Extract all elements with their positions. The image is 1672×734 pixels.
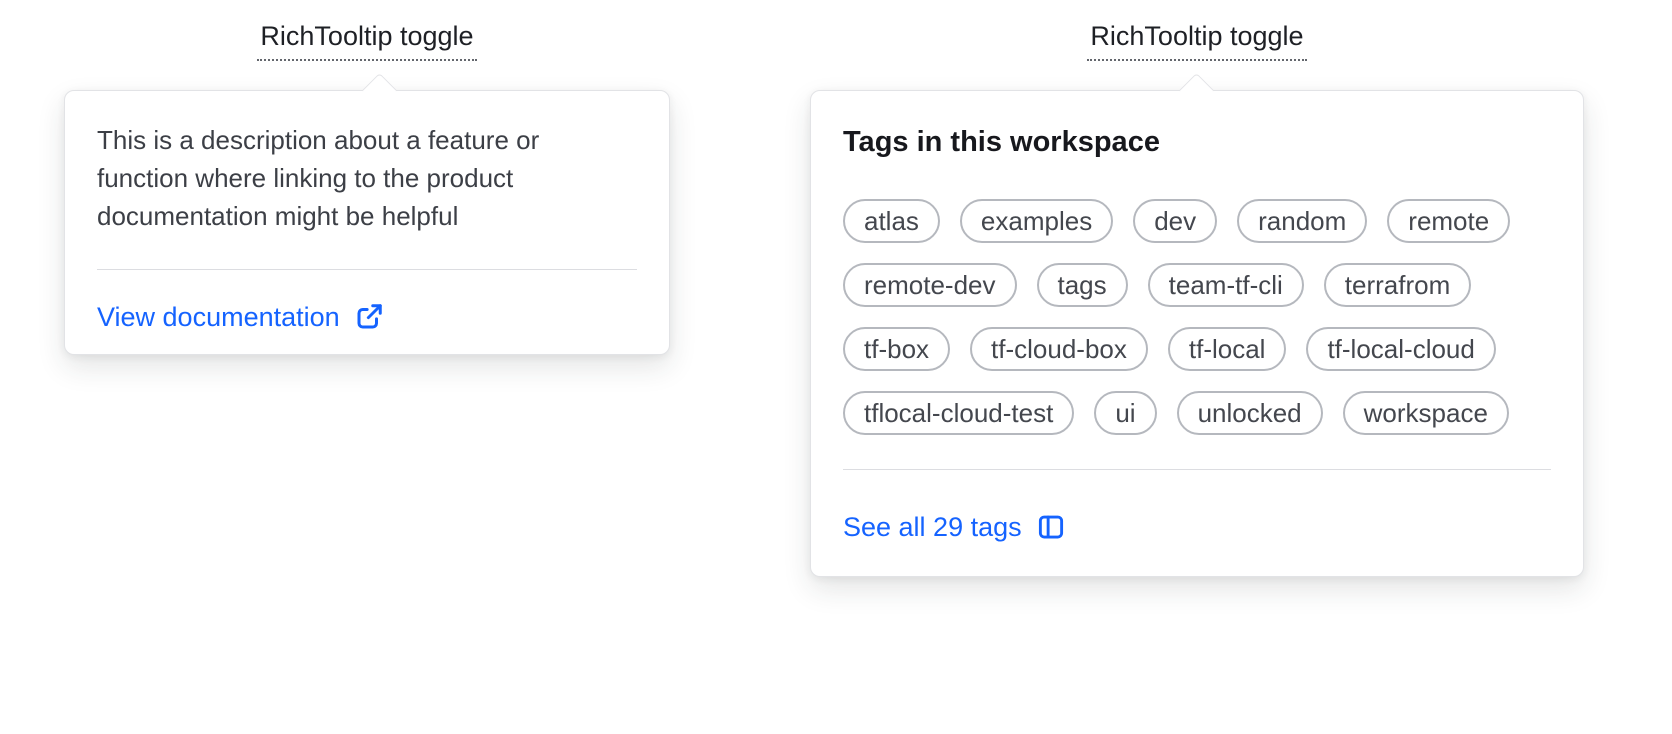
- tag-pill: remote-dev: [843, 263, 1017, 307]
- tag-pill: terrafrom: [1323, 263, 1472, 307]
- tag-pill: remote: [1387, 199, 1511, 243]
- tags-heading: Tags in this workspace: [843, 126, 1160, 158]
- left-toggle-area: RichTooltip toggle: [64, 20, 670, 61]
- sidebar-icon: [1036, 512, 1066, 542]
- tag-list: atlas examples dev random remote remote-dev ta…: [843, 199, 1553, 435]
- tag-pill: unlocked: [1176, 391, 1323, 435]
- right-toggle-area: RichTooltip toggle: [810, 20, 1584, 61]
- tooltip-description: This is a description about a feature or…: [97, 125, 540, 231]
- tag-pill: tf-local-cloud: [1306, 327, 1496, 371]
- tooltip-arrow: [1178, 72, 1215, 109]
- view-documentation-link[interactable]: View documentation: [97, 300, 384, 334]
- tooltip-divider: [843, 469, 1551, 470]
- tooltip-arrow: [361, 72, 398, 109]
- tag-pill: atlas: [843, 199, 940, 243]
- richtooltip-demo-page: RichTooltip toggle This is a description…: [0, 0, 1672, 734]
- richtooltip-toggle-left[interactable]: RichTooltip toggle: [257, 20, 477, 61]
- tag-pill: tf-local: [1167, 327, 1287, 371]
- richtooltip-popover-left: This is a description about a feature or…: [64, 72, 670, 355]
- external-link-icon: [354, 302, 384, 332]
- see-all-tags-link[interactable]: See all 29 tags: [843, 510, 1066, 544]
- tag-pill: team-tf-cli: [1147, 263, 1304, 307]
- see-all-tags-label: See all 29 tags: [843, 512, 1022, 542]
- tag-pill: tflocal-cloud-test: [843, 391, 1075, 435]
- view-documentation-label: View documentation: [97, 302, 340, 332]
- tooltip-divider: [97, 269, 637, 270]
- tag-pill: random: [1237, 199, 1368, 243]
- tag-pill: tags: [1036, 263, 1128, 307]
- tag-pill: ui: [1094, 391, 1157, 435]
- tag-pill: examples: [959, 199, 1114, 243]
- tag-pill: tf-box: [843, 327, 951, 371]
- tag-pill: workspace: [1342, 391, 1509, 435]
- tag-pill: dev: [1133, 199, 1218, 243]
- richtooltip-popover-right: Tags in this workspace atlas examples dev r…: [810, 72, 1584, 577]
- tag-pill: tf-cloud-box: [970, 327, 1148, 371]
- richtooltip-toggle-right[interactable]: RichTooltip toggle: [1087, 20, 1307, 61]
